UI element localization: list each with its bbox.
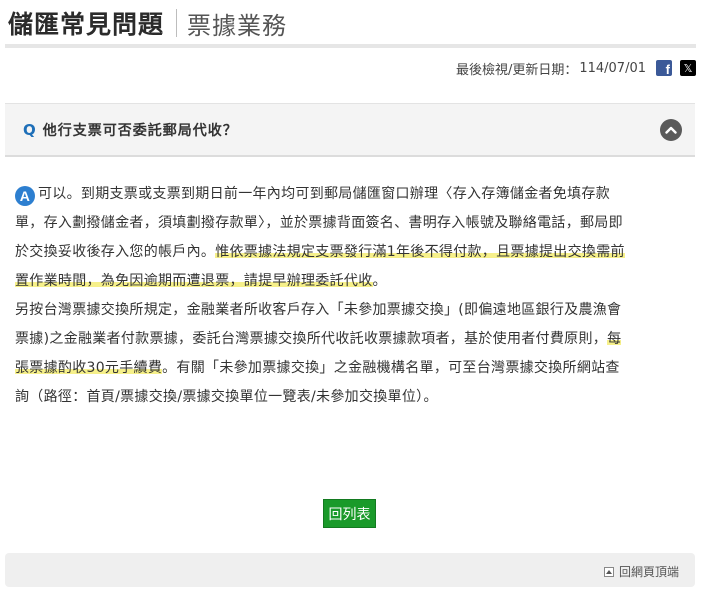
page-title: 儲匯常見問題: [8, 10, 165, 39]
answer-p2-text-a: 另按台灣票據交換所規定，金融業者所收客戶存入「未參加票據交換」(即偏遠地區銀行及…: [15, 302, 622, 347]
chevron-up-icon: [665, 126, 677, 134]
x-icon[interactable]: 𝕏: [680, 60, 696, 76]
title-divider: [176, 9, 178, 37]
question-text: 他行支票可否委託郵局代收？: [42, 122, 238, 139]
answer-body: A 可以。到期支票或支票到期日前一年內均可到郵局儲匯窗口辦理〈存入存簿儲金者免填存…: [15, 180, 625, 412]
update-label: 最後檢視/更新日期：: [455, 62, 578, 78]
header-divider: [5, 44, 696, 48]
answer-p1-end: 。: [372, 273, 387, 289]
back-to-list-button[interactable]: 回列表: [323, 499, 376, 528]
update-date: 114/07/01: [579, 60, 646, 76]
page-subtitle: 票據業務: [187, 11, 288, 40]
answer-paragraph-1: A 可以。到期支票或支票到期日前一年內均可到郵局儲匯窗口辦理〈存入存簿儲金者免填存…: [15, 180, 625, 296]
faq-page: 儲匯常見問題 票據業務 最後檢視/更新日期： 114/07/01 f 𝕏 Q 他…: [0, 0, 710, 606]
back-to-top-label: 回網頁頂端: [618, 565, 679, 579]
facebook-icon[interactable]: f: [656, 60, 672, 76]
page-header: 儲匯常見問題 票據業務: [8, 6, 287, 40]
back-to-top-link[interactable]: 回網頁頂端: [603, 563, 679, 580]
update-row: 最後檢視/更新日期： 114/07/01 f 𝕏: [456, 58, 696, 78]
collapse-button[interactable]: [660, 119, 682, 141]
answer-mark: A: [15, 186, 35, 206]
footer-bar: 回網頁頂端: [5, 553, 695, 587]
question-header[interactable]: Q 他行支票可否委託郵局代收？: [5, 103, 695, 157]
answer-paragraph-2: 另按台灣票據交換所規定，金融業者所收客戶存入「未參加票據交換」(即偏遠地區銀行及…: [15, 296, 625, 412]
question-mark: Q: [23, 120, 36, 139]
arrow-up-icon: [603, 566, 614, 577]
